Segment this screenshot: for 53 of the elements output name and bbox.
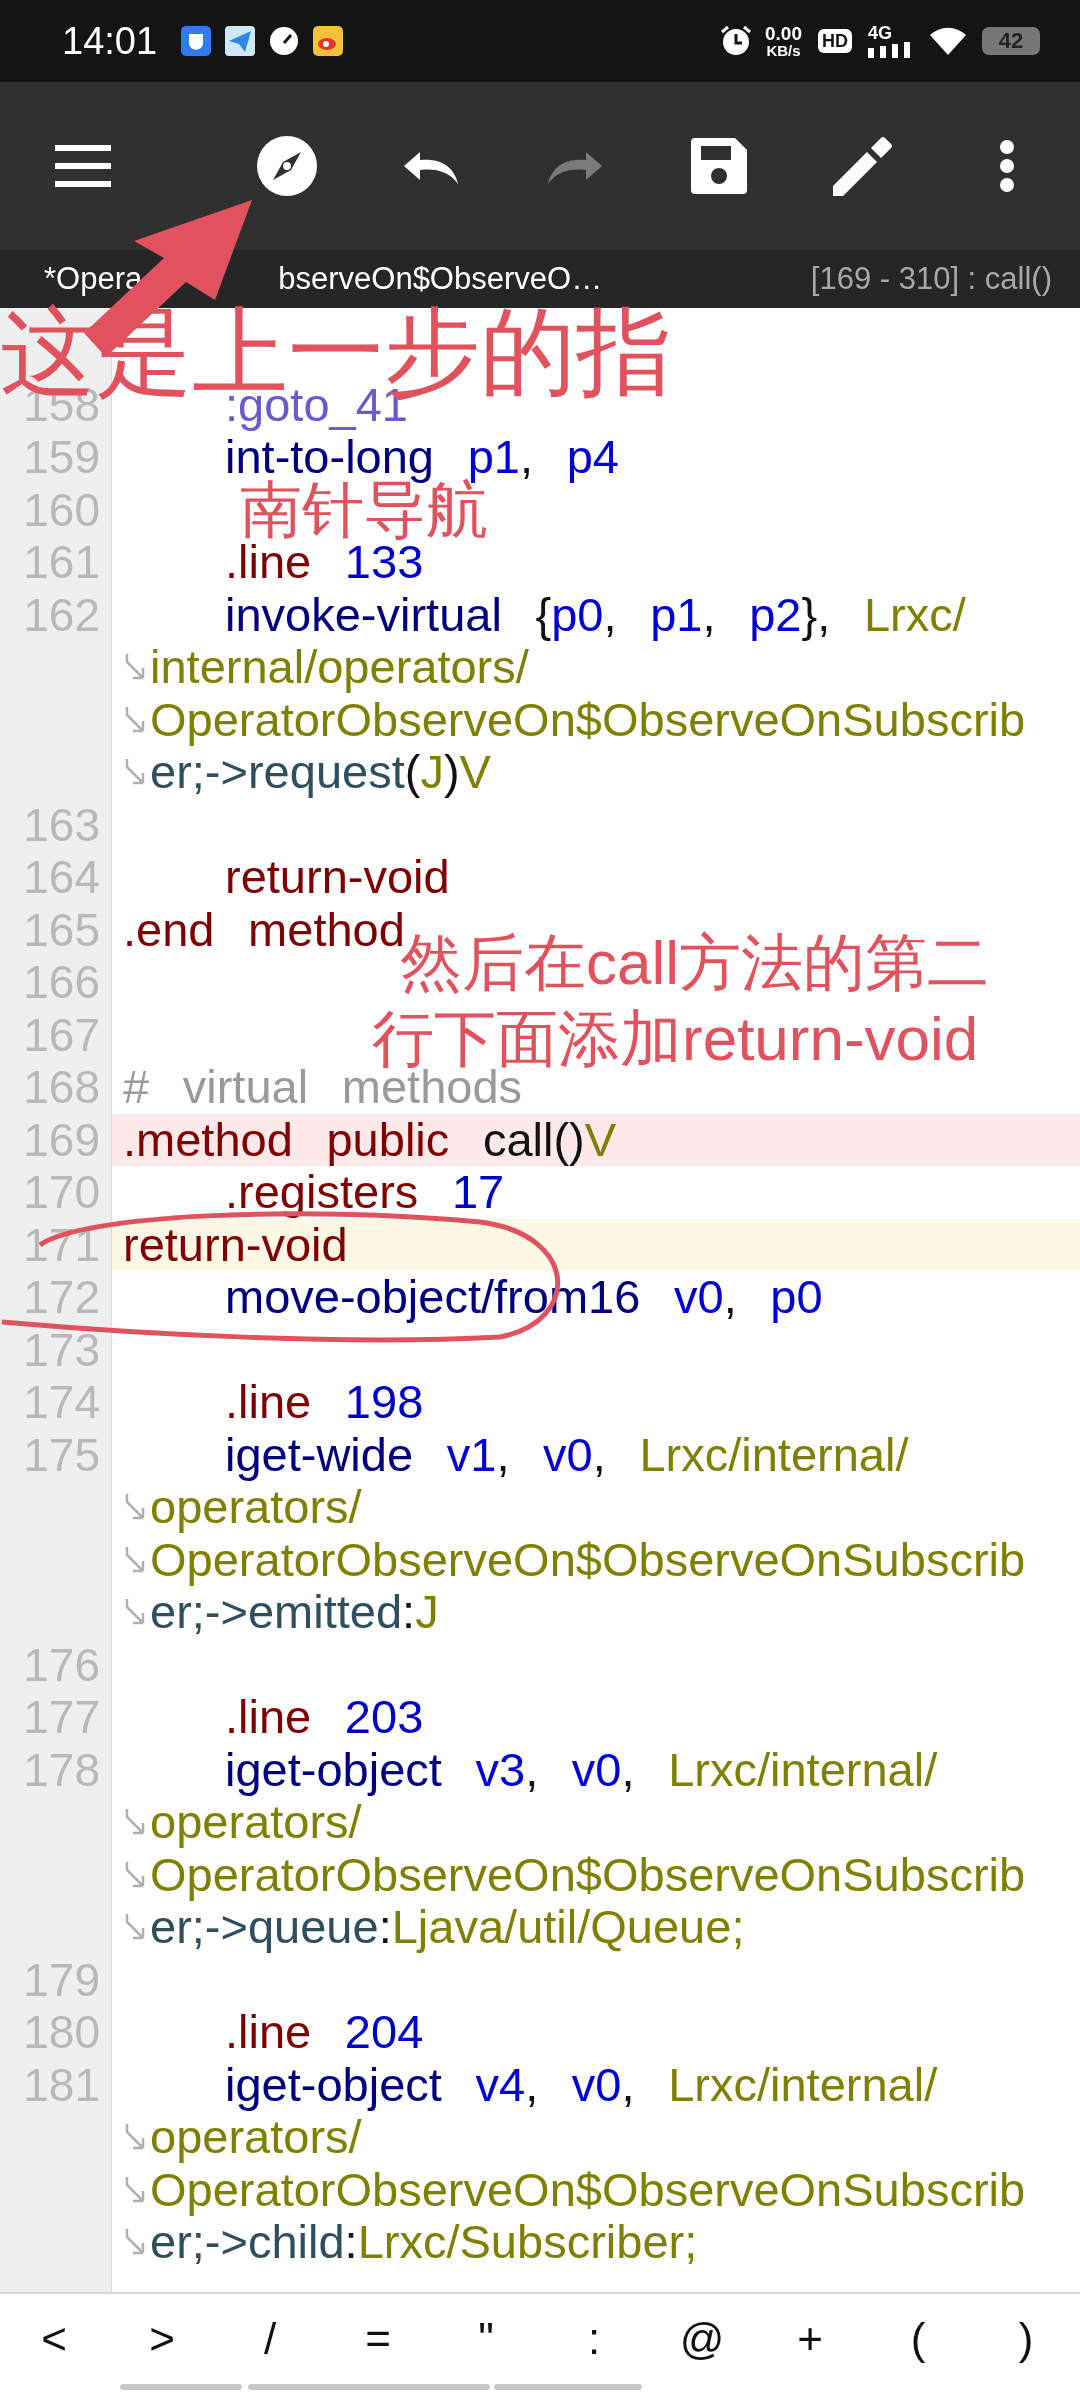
speed-value: 0.00	[765, 24, 802, 43]
more-icon	[999, 139, 1015, 193]
code-line: iget-wide v1, v0, Lrxc/internal/	[225, 1428, 909, 1481]
symbol-key[interactable]: )	[972, 2294, 1080, 2384]
network-type: 4G	[868, 24, 893, 42]
code-line: operators/	[150, 2111, 362, 2164]
code-line: .method public call()V	[123, 1113, 617, 1166]
code-line: .line 204	[225, 2006, 424, 2059]
code-line: OperatorObserveOn$ObserveOnSubscrib	[150, 1533, 1026, 1586]
code-line: er;->request(J)V	[150, 746, 491, 799]
file-tab-title: bserveOn$ObserveO…	[278, 259, 603, 298]
code-line: er;->queue:Ljava/util/Queue;	[150, 1901, 745, 1954]
speed-unit: KB/s	[765, 43, 802, 58]
code-line: return-void	[123, 1218, 348, 1271]
code-line: invoke-virtual {p0, p1, p2}, Lrxc/	[225, 588, 966, 641]
alarm-icon	[719, 24, 753, 58]
code-line: return-void	[225, 851, 450, 904]
symbol-key[interactable]: <	[0, 2294, 108, 2384]
gauge-app-icon	[269, 26, 300, 56]
symbol-key[interactable]: "	[432, 2294, 540, 2384]
cursor-position: [169 - 310] : call()	[810, 259, 1052, 298]
code-line: internal/operators/	[150, 641, 529, 694]
code-line: OperatorObserveOn$ObserveOnSubscrib	[150, 693, 1026, 746]
code-line: er;->child:Lrxc/Subscriber;	[150, 2216, 698, 2269]
hd-badge: HD	[818, 29, 852, 53]
battery-icon: 42	[982, 27, 1040, 55]
symbol-key[interactable]: @	[648, 2294, 756, 2384]
compass-icon	[257, 136, 317, 196]
code-line: operators/	[150, 1481, 362, 1534]
shield-app-icon	[181, 26, 212, 56]
code-line: .line 203	[225, 1691, 424, 1744]
paper-plane-app-icon	[225, 26, 256, 56]
code-line: OperatorObserveOn$ObserveOnSubscrib	[150, 2163, 1026, 2216]
symbol-key[interactable]: /	[216, 2294, 324, 2384]
weibo-app-icon	[313, 26, 344, 56]
code-line: iget-object v4, v0, Lrxc/internal/	[225, 2058, 938, 2111]
code-line: .line 198	[225, 1376, 424, 1429]
symbol-key[interactable]: +	[756, 2294, 864, 2384]
code-line: .end method	[123, 903, 405, 956]
code-line: .registers 17	[225, 1166, 505, 1219]
status-time: 14:01	[62, 18, 158, 64]
symbol-key[interactable]: (	[864, 2294, 972, 2384]
symbol-key[interactable]: =	[324, 2294, 432, 2384]
symbol-key[interactable]: :	[540, 2294, 648, 2384]
code-line: er;->emitted:J	[150, 1586, 439, 1639]
code-line: OperatorObserveOn$ObserveOnSubscrib	[150, 1848, 1026, 1901]
file-tab-title: *Opera	[44, 259, 143, 298]
symbol-key[interactable]: >	[108, 2294, 216, 2384]
pencil-icon	[833, 136, 893, 196]
code-line: operators/	[150, 1796, 362, 1849]
wifi-icon	[928, 25, 968, 57]
code-line: iget-object v3, v0, Lrxc/internal/	[225, 1743, 938, 1796]
signal-icon	[868, 42, 912, 58]
